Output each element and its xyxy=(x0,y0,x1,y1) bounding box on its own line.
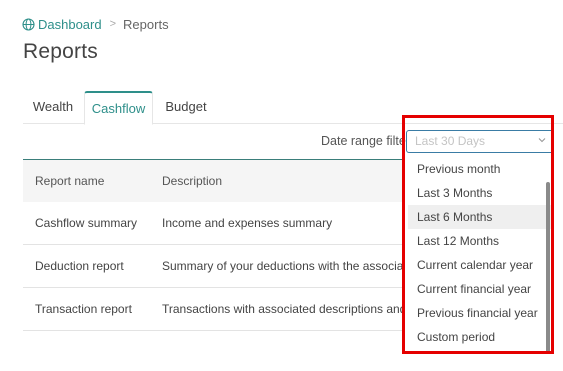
tab-cashflow[interactable]: Cashflow xyxy=(84,91,153,125)
column-header-report-name: Report name xyxy=(35,174,105,188)
table-row[interactable]: Cashflow summary Income and expenses sum… xyxy=(23,202,403,245)
reports-table: Report name Description Cashflow summary… xyxy=(23,159,403,331)
report-name: Cashflow summary xyxy=(35,216,138,230)
breadcrumb: Dashboard > Reports xyxy=(22,15,169,33)
tab-wealth[interactable]: Wealth xyxy=(23,91,83,124)
report-description: Transactions with associated description… xyxy=(162,302,403,316)
column-header-description: Description xyxy=(162,174,223,188)
date-range-placeholder: Last 30 Days xyxy=(415,134,486,148)
dropdown-option[interactable]: Previous month xyxy=(408,157,552,181)
dropdown-scrollbar[interactable] xyxy=(546,182,550,353)
date-range-select[interactable]: Last 30 Days xyxy=(406,130,554,153)
report-description: Income and expenses summary xyxy=(162,216,333,230)
report-name: Transaction report xyxy=(35,302,132,316)
report-tabs: Wealth Cashflow Budget xyxy=(23,91,563,125)
breadcrumb-current: Reports xyxy=(123,16,169,32)
chevron-down-icon xyxy=(537,135,547,148)
dropdown-option[interactable]: Last 3 Months xyxy=(408,181,552,205)
table-row[interactable]: Deduction report Summary of your deducti… xyxy=(23,245,403,288)
dropdown-option[interactable]: Current financial year xyxy=(408,277,552,301)
date-range-filter-label: Date range filter xyxy=(321,134,410,148)
breadcrumb-dashboard-link[interactable]: Dashboard xyxy=(38,17,102,32)
globe-icon xyxy=(22,17,35,31)
dropdown-option[interactable]: Current calendar year xyxy=(408,253,552,277)
dropdown-option[interactable]: Custom period xyxy=(408,325,552,349)
dropdown-option[interactable]: Last 6 Months xyxy=(408,205,552,229)
report-description: Summary of your deductions with the asso… xyxy=(162,259,403,273)
table-row[interactable]: Transaction report Transactions with ass… xyxy=(23,288,403,331)
table-header: Report name Description xyxy=(23,160,403,202)
tab-budget[interactable]: Budget xyxy=(156,91,216,124)
report-name: Deduction report xyxy=(35,259,124,273)
dropdown-option[interactable]: Last 12 Months xyxy=(408,229,552,253)
dropdown-option[interactable]: Previous financial year xyxy=(408,301,552,325)
date-range-dropdown: Previous month Last 3 Months Last 6 Mont… xyxy=(408,157,552,353)
page-title: Reports xyxy=(23,40,98,63)
breadcrumb-separator: > xyxy=(109,18,117,30)
